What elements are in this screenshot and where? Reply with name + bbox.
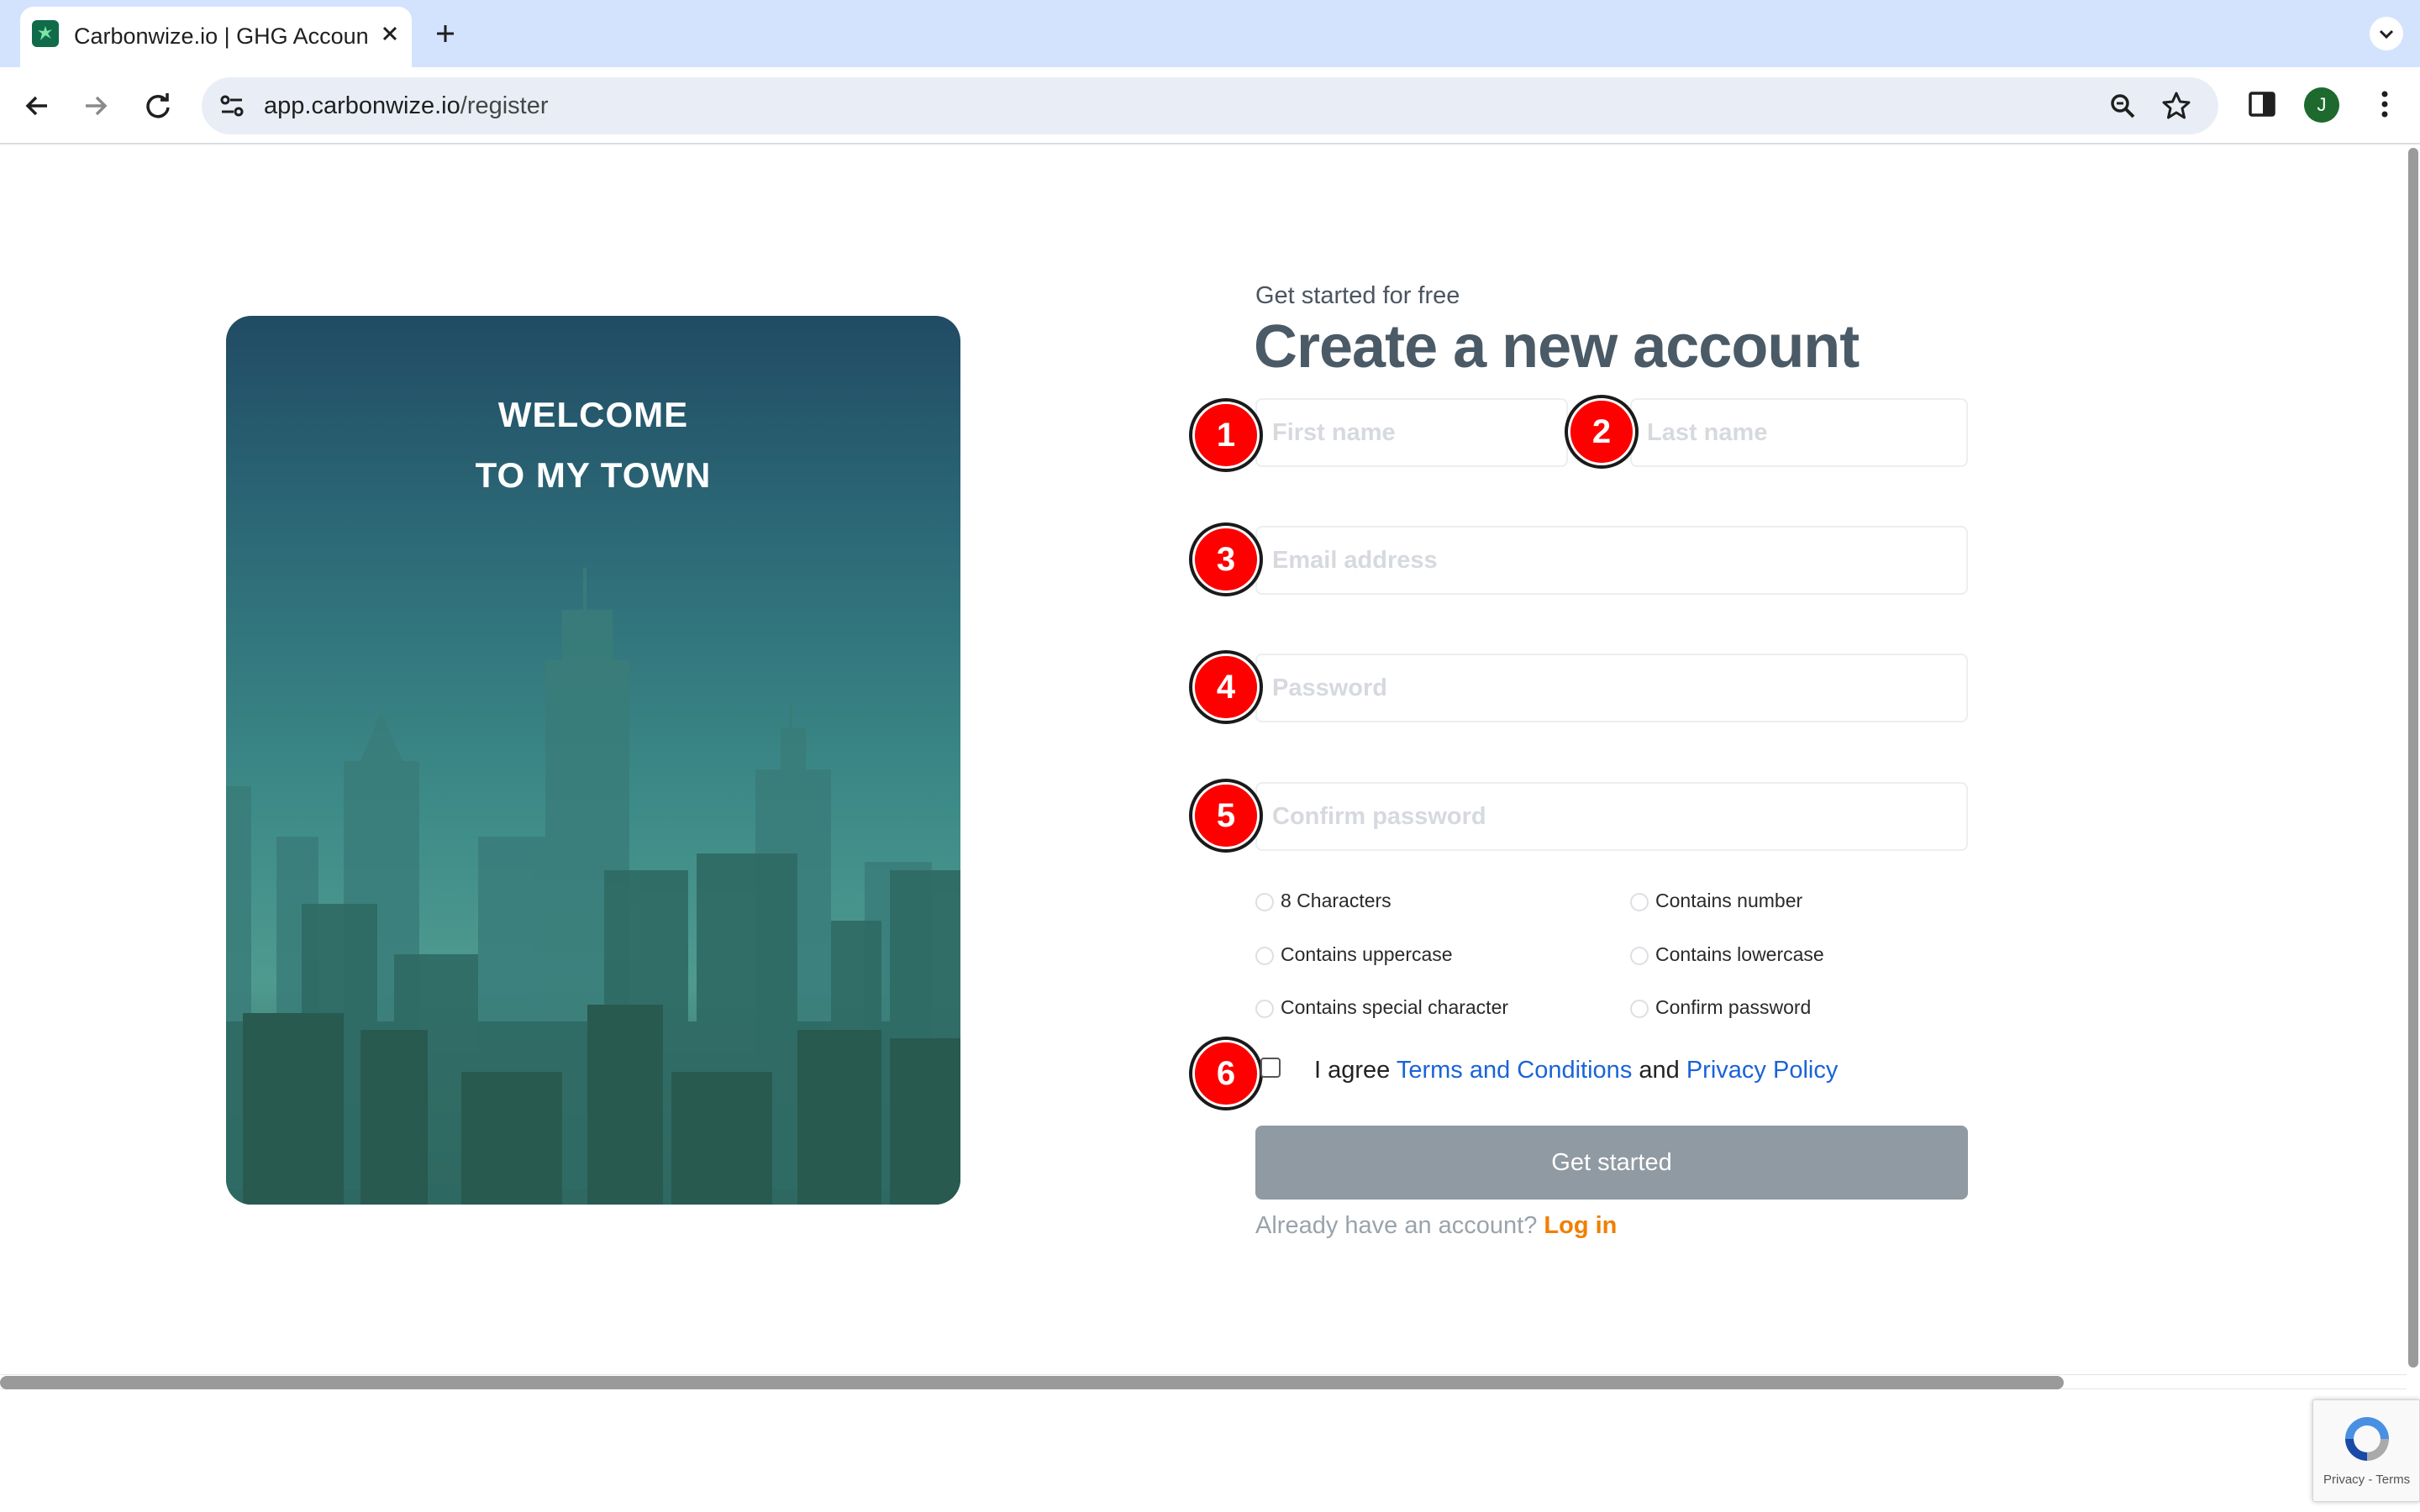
tab-title: Carbonwize.io | GHG Accoun xyxy=(74,24,369,49)
requirement-item: Contains special character xyxy=(1255,996,1508,1019)
terms-link[interactable]: Terms and Conditions xyxy=(1397,1057,1632,1084)
get-started-button[interactable]: Get started xyxy=(1255,1126,1968,1200)
requirement-label: Contains special character xyxy=(1281,996,1509,1018)
url-text: app.carbonwize.io/register xyxy=(264,92,549,120)
browser-tab[interactable]: Carbonwize.io | GHG Accoun xyxy=(20,7,412,67)
recaptcha-links[interactable]: Privacy - Terms xyxy=(2323,1473,2410,1487)
login-prompt: Already have an account? Log in xyxy=(1255,1212,1617,1240)
address-bar[interactable]: app.carbonwize.io/register xyxy=(202,77,2218,134)
confirm-password-field[interactable] xyxy=(1255,782,1968,851)
agree-terms-checkbox[interactable] xyxy=(1260,1058,1281,1078)
requirement-label: Contains uppercase xyxy=(1281,943,1453,965)
annotation-marker-3: 3 xyxy=(1192,526,1260,593)
requirement-item: Confirm password xyxy=(1630,996,1811,1019)
url-host: app.carbonwize.io xyxy=(264,92,460,119)
password-field[interactable] xyxy=(1255,654,1968,722)
requirement-item: Contains number xyxy=(1630,890,1802,912)
hero-title-line1: WELCOME xyxy=(497,395,689,434)
url-path: /register xyxy=(460,92,549,119)
back-arrow-icon[interactable] xyxy=(17,86,57,126)
requirement-status-icon xyxy=(1630,1000,1649,1018)
first-name-field[interactable] xyxy=(1255,398,1568,467)
requirement-status-icon xyxy=(1255,1000,1274,1018)
tab-search-chevron-icon[interactable] xyxy=(2366,13,2407,54)
requirement-label: Contains number xyxy=(1655,890,1803,911)
requirement-status-icon xyxy=(1255,947,1274,965)
requirement-status-icon xyxy=(1630,893,1649,911)
last-name-field[interactable] xyxy=(1630,398,1968,467)
side-panel-icon[interactable] xyxy=(2244,86,2281,123)
zoom-icon[interactable] xyxy=(2106,89,2139,123)
requirement-label: Confirm password xyxy=(1655,996,1812,1018)
forward-arrow-icon[interactable] xyxy=(76,86,116,126)
recaptcha-badge[interactable]: Privacy - Terms xyxy=(2312,1399,2420,1502)
annotation-marker-6: 6 xyxy=(1192,1040,1260,1107)
agree-and: and xyxy=(1639,1057,1680,1084)
page-subtitle: Get started for free xyxy=(1255,282,1460,309)
agree-terms-text: I agree Terms and Conditions and Privacy… xyxy=(1314,1057,1838,1084)
annotation-marker-1: 1 xyxy=(1192,402,1260,469)
welcome-illustration: WELCOME TO MY TOWN xyxy=(226,316,960,1205)
requirement-status-icon xyxy=(1255,893,1274,911)
email-field[interactable] xyxy=(1255,526,1968,595)
recaptcha-icon xyxy=(2338,1410,2396,1472)
requirement-label: Contains lowercase xyxy=(1655,943,1824,965)
requirement-item: Contains lowercase xyxy=(1630,943,1824,966)
requirement-status-icon xyxy=(1630,947,1649,965)
agree-prefix: I agree xyxy=(1314,1057,1391,1084)
privacy-link[interactable]: Privacy Policy xyxy=(1686,1057,1839,1084)
profile-avatar[interactable]: J xyxy=(2304,87,2339,123)
requirement-item: 8 Characters xyxy=(1255,890,1392,912)
new-tab-icon[interactable] xyxy=(425,13,466,54)
more-menu-icon[interactable] xyxy=(2366,86,2403,123)
annotation-marker-4: 4 xyxy=(1192,654,1260,721)
carbonwize-favicon-icon xyxy=(32,20,59,47)
hero-title-line2: TO MY TOWN xyxy=(475,455,712,495)
login-link[interactable]: Log in xyxy=(1544,1212,1617,1239)
browser-toolbar: app.carbonwize.io/register xyxy=(0,67,2420,144)
login-prompt-text: Already have an account? xyxy=(1255,1212,1538,1239)
close-tab-icon[interactable] xyxy=(373,17,407,50)
horizontal-scrollbar-thumb[interactable] xyxy=(0,1376,2064,1389)
site-info-icon[interactable] xyxy=(217,91,247,121)
vertical-scrollbar-thumb[interactable] xyxy=(2408,148,2418,1368)
requirement-label: 8 Characters xyxy=(1281,890,1392,911)
reload-icon[interactable] xyxy=(138,86,178,126)
annotation-marker-2: 2 xyxy=(1568,398,1635,465)
annotation-marker-5: 5 xyxy=(1192,782,1260,849)
page-title: Create a new account xyxy=(1254,313,1860,381)
bookmark-star-icon[interactable] xyxy=(2160,89,2193,123)
requirement-item: Contains uppercase xyxy=(1255,943,1453,966)
city-skyline-image xyxy=(226,568,960,1205)
